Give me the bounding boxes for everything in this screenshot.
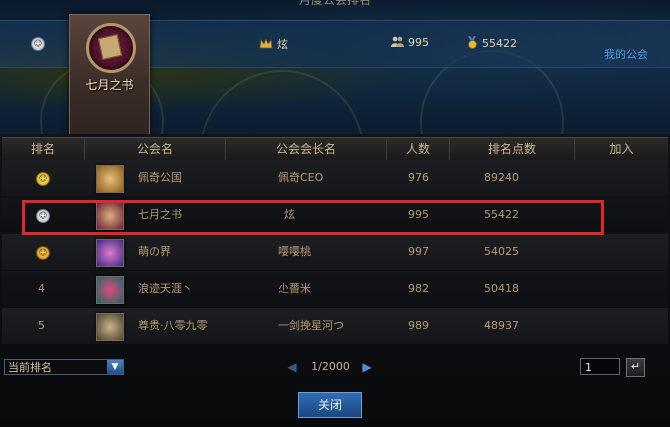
points-cell: 48937 xyxy=(484,319,519,332)
rank-cell: ☺ xyxy=(36,160,50,196)
footer-bar: 当前排名 ▼ ◀ 1/2000 ▶ 1 ↵ 关闭 xyxy=(0,344,670,427)
table-header: 排名 公会名 公会会长名 人数 排名点数 加入 xyxy=(2,137,668,161)
rank-badge-icon: ☺ xyxy=(31,37,45,51)
guild-name-cell: 佩奇公国 xyxy=(138,171,182,184)
crown-icon xyxy=(259,37,273,52)
guild-card: 七月之书 xyxy=(69,14,150,134)
table-row[interactable]: 5 尊贵·八零九零 一剑挽星河つ 989 48937 xyxy=(2,308,668,344)
members-cell: 982 xyxy=(408,282,429,295)
leader-name: 炫 xyxy=(277,38,288,51)
table-row[interactable]: 4 浪迹天涯丶 尐薔米 982 50418 xyxy=(2,271,668,307)
points-cell: 89240 xyxy=(484,171,519,184)
points-value: 55422 xyxy=(482,37,517,50)
prev-page-icon[interactable]: ◀ xyxy=(285,359,299,375)
my-guild-link[interactable]: 我的公会 xyxy=(604,46,648,62)
members-stat: 995 xyxy=(391,36,429,50)
ranking-table: 排名 公会名 公会会长名 人数 排名点数 加入 ☺ 佩奇公国 佩奇CEO 976… xyxy=(0,134,670,344)
guild-card-name: 七月之书 xyxy=(85,78,134,92)
close-button[interactable]: 关闭 xyxy=(298,392,362,418)
guild-icon xyxy=(96,313,124,341)
column-header-points[interactable]: 排名点数 xyxy=(450,138,575,160)
guild-name-cell: 尊贵·八零九零 xyxy=(138,319,208,332)
column-header-join[interactable]: 加入 xyxy=(575,138,668,160)
members-cell: 989 xyxy=(408,319,429,332)
sort-select-value: 当前排名 xyxy=(8,361,52,374)
selected-row-highlight xyxy=(22,200,604,235)
guild-icon xyxy=(96,165,124,193)
column-header-leader[interactable]: 公会会长名 xyxy=(226,138,387,160)
guild-banner: 月度公会排名 ☺ 七月之书 炫 995 55422 我的公会 xyxy=(0,0,670,134)
leader-name-cell: 一剑挽星河つ xyxy=(278,319,344,332)
members-icon xyxy=(391,36,404,50)
page-number-input[interactable]: 1 xyxy=(580,358,620,375)
members-cell: 976 xyxy=(408,171,429,184)
leader-stat: 炫 xyxy=(259,36,288,52)
column-header-guild[interactable]: 公会名 xyxy=(85,138,226,160)
column-header-members[interactable]: 人数 xyxy=(387,138,450,160)
go-page-button[interactable]: ↵ xyxy=(626,358,645,377)
sort-select[interactable]: 当前排名 ▼ xyxy=(4,359,124,375)
table-row[interactable]: ☺ 萌の界 嘤嘤桃 997 54025 xyxy=(2,234,668,270)
medal-icon xyxy=(467,35,478,52)
guild-name-cell: 浪迹天涯丶 xyxy=(138,282,193,295)
chevron-down-icon[interactable]: ▼ xyxy=(107,360,123,374)
window-title: 月度公会排名 xyxy=(298,0,371,7)
points-stat: 55422 xyxy=(467,35,517,52)
points-cell: 54025 xyxy=(484,245,519,258)
decorative-ring xyxy=(200,70,364,134)
leader-name-cell: 佩奇CEO xyxy=(278,171,324,184)
leader-name-cell: 尐薔米 xyxy=(278,282,311,295)
rank-cell: ☺ xyxy=(36,234,50,270)
column-header-rank[interactable]: 排名 xyxy=(2,138,85,160)
next-page-icon[interactable]: ▶ xyxy=(360,359,374,375)
guild-emblem-icon xyxy=(86,23,136,73)
page-indicator: 1/2000 xyxy=(311,360,350,373)
bronze-rank-badge-icon: ☺ xyxy=(36,246,50,260)
guild-icon xyxy=(96,276,124,304)
rank-cell: 5 xyxy=(38,319,45,332)
rank-cell: 4 xyxy=(38,282,45,295)
guild-icon xyxy=(96,239,124,267)
gold-rank-badge-icon: ☺ xyxy=(36,172,50,186)
leader-name-cell: 嘤嘤桃 xyxy=(278,245,311,258)
members-count: 995 xyxy=(408,36,429,49)
members-cell: 997 xyxy=(408,245,429,258)
guild-name-cell: 萌の界 xyxy=(138,245,171,258)
table-row[interactable]: ☺ 佩奇公国 佩奇CEO 976 89240 xyxy=(2,160,668,196)
points-cell: 50418 xyxy=(484,282,519,295)
